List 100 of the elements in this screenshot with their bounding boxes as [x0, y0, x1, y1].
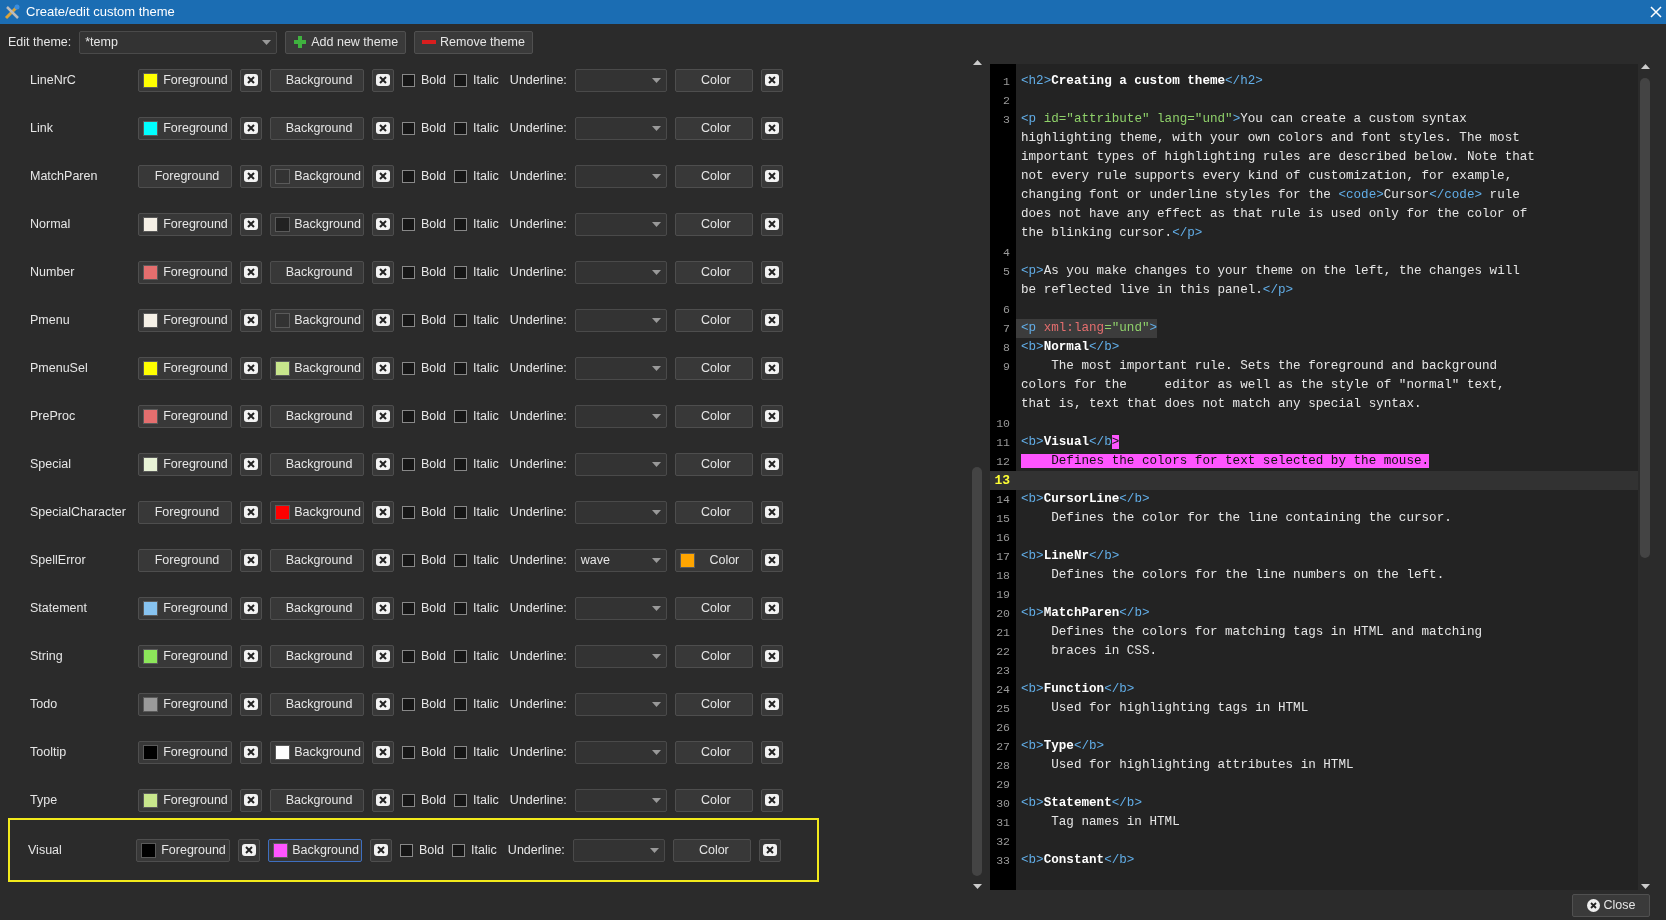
- color-button[interactable]: Color: [674, 452, 753, 476]
- checkbox[interactable]: Bold: [402, 310, 447, 330]
- checkbox[interactable]: Bold: [402, 118, 447, 138]
- clear-button[interactable]: [240, 68, 262, 92]
- clear-button[interactable]: [760, 404, 783, 428]
- background-button[interactable]: Background: [270, 452, 364, 476]
- color-button[interactable]: Color: [674, 356, 753, 380]
- checkbox[interactable]: Bold: [402, 406, 447, 426]
- checkbox[interactable]: Italic: [454, 694, 499, 714]
- color-button[interactable]: Color: [674, 644, 753, 668]
- color-button[interactable]: Color: [674, 164, 753, 188]
- foreground-button[interactable]: Foreground: [138, 308, 232, 332]
- foreground-button[interactable]: Foreground: [138, 260, 232, 284]
- checkbox[interactable]: Italic: [454, 262, 499, 282]
- foreground-button[interactable]: Foreground: [138, 596, 232, 620]
- clear-button[interactable]: [372, 644, 394, 668]
- clear-button[interactable]: [760, 644, 783, 668]
- color-button[interactable]: Color: [674, 68, 753, 92]
- clear-button[interactable]: [372, 68, 394, 92]
- checkbox[interactable]: Italic: [454, 166, 499, 186]
- color-button[interactable]: Color: [674, 788, 753, 812]
- background-button[interactable]: Background: [270, 164, 364, 188]
- checkbox[interactable]: Italic: [452, 840, 497, 860]
- checkbox[interactable]: Bold: [402, 358, 447, 378]
- background-button[interactable]: Background: [268, 838, 362, 862]
- checkbox[interactable]: Italic: [454, 550, 499, 570]
- clear-button[interactable]: [372, 596, 394, 620]
- foreground-button[interactable]: Foreground: [138, 116, 232, 140]
- background-button[interactable]: Background: [270, 356, 364, 380]
- background-button[interactable]: Background: [270, 212, 364, 236]
- clear-button[interactable]: [372, 500, 394, 524]
- color-button[interactable]: Color: [674, 116, 753, 140]
- clear-button[interactable]: [760, 740, 783, 764]
- checkbox[interactable]: Bold: [402, 502, 447, 522]
- checkbox[interactable]: Italic: [454, 406, 499, 426]
- code-editor[interactable]: [990, 64, 1638, 890]
- color-button[interactable]: Color: [674, 500, 753, 524]
- clear-button[interactable]: [372, 692, 394, 716]
- scrollbar-thumb[interactable]: [972, 466, 982, 876]
- clear-button[interactable]: [240, 452, 262, 476]
- color-button[interactable]: Color: [674, 692, 753, 716]
- clear-button[interactable]: [372, 788, 394, 812]
- clear-button[interactable]: [372, 116, 394, 140]
- color-button[interactable]: Color: [674, 596, 753, 620]
- clear-button[interactable]: [372, 452, 394, 476]
- clear-button[interactable]: [372, 548, 394, 572]
- clear-button[interactable]: [760, 212, 783, 236]
- checkbox[interactable]: Italic: [454, 118, 499, 138]
- clear-button[interactable]: [760, 356, 783, 380]
- foreground-button[interactable]: Foreground: [138, 404, 232, 428]
- clear-button[interactable]: [760, 68, 783, 92]
- background-button[interactable]: Background: [270, 644, 364, 668]
- clear-button[interactable]: [760, 308, 783, 332]
- checkbox[interactable]: Bold: [402, 454, 447, 474]
- checkbox[interactable]: Italic: [454, 598, 499, 618]
- foreground-button[interactable]: Foreground: [138, 164, 232, 188]
- checkbox[interactable]: Bold: [402, 742, 447, 762]
- clear-button[interactable]: [760, 548, 783, 572]
- checkbox[interactable]: Bold: [402, 790, 447, 810]
- background-button[interactable]: Background: [270, 740, 364, 764]
- background-button[interactable]: Background: [270, 788, 364, 812]
- background-button[interactable]: Background: [270, 692, 364, 716]
- foreground-button[interactable]: Foreground: [138, 740, 232, 764]
- remove-theme-button[interactable]: Remove theme: [414, 30, 533, 54]
- checkbox[interactable]: Italic: [454, 214, 499, 234]
- background-button[interactable]: Background: [270, 596, 364, 620]
- clear-button[interactable]: [760, 692, 783, 716]
- clear-button[interactable]: [372, 308, 394, 332]
- clear-button[interactable]: [760, 116, 783, 140]
- color-button[interactable]: Color: [672, 838, 751, 862]
- clear-button[interactable]: [240, 404, 262, 428]
- clear-button[interactable]: [758, 838, 781, 862]
- background-button[interactable]: Background: [270, 308, 364, 332]
- checkbox[interactable]: Italic: [454, 70, 499, 90]
- clear-button[interactable]: [760, 788, 783, 812]
- clear-button[interactable]: [240, 596, 262, 620]
- clear-button[interactable]: [240, 500, 262, 524]
- foreground-button[interactable]: Foreground: [138, 500, 232, 524]
- checkbox[interactable]: Italic: [454, 454, 499, 474]
- clear-button[interactable]: [240, 548, 262, 572]
- color-button[interactable]: Color: [674, 404, 753, 428]
- clear-button[interactable]: [370, 838, 392, 862]
- foreground-button[interactable]: Foreground: [138, 548, 232, 572]
- clear-button[interactable]: [240, 740, 262, 764]
- clear-button[interactable]: [760, 452, 783, 476]
- clear-button[interactable]: [372, 404, 394, 428]
- clear-button[interactable]: [760, 500, 783, 524]
- clear-button[interactable]: [240, 116, 262, 140]
- clear-button[interactable]: [240, 308, 262, 332]
- checkbox[interactable]: Bold: [402, 166, 447, 186]
- background-button[interactable]: Background: [270, 68, 364, 92]
- checkbox[interactable]: Bold: [402, 70, 447, 90]
- color-button[interactable]: Color: [674, 260, 753, 284]
- background-button[interactable]: Background: [270, 548, 364, 572]
- foreground-button[interactable]: Foreground: [138, 356, 232, 380]
- color-button[interactable]: Color: [674, 548, 753, 572]
- checkbox[interactable]: Bold: [400, 840, 445, 860]
- clear-button[interactable]: [240, 164, 262, 188]
- clear-button[interactable]: [372, 212, 394, 236]
- checkbox[interactable]: Italic: [454, 310, 499, 330]
